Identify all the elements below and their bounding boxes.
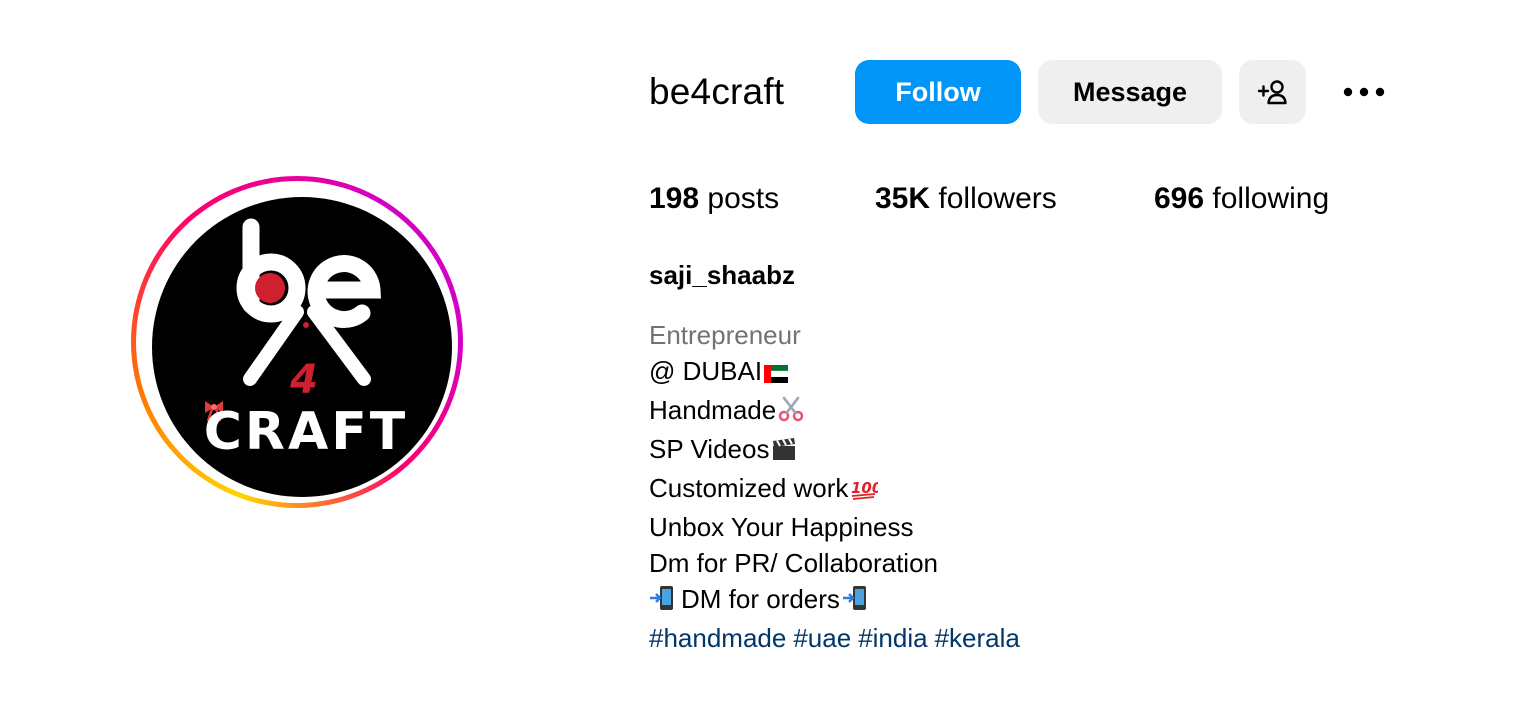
following-stat[interactable]: 696 following [1154,181,1329,217]
clapper-board-icon [771,434,797,470]
logo-number-4: 4 [289,357,318,403]
bio-line: Customized work 100 [649,470,1027,509]
mobile-phone-arrow-icon [842,584,868,620]
bio-line: SP Videos [649,431,1027,470]
bio-line-text: SP Videos [649,434,770,464]
more-options-button[interactable] [1340,76,1388,108]
bio-line: DM for orders [649,581,1027,620]
bio-hashtags: #handmade #uae #india #kerala [649,620,1027,656]
following-count: 696 [1154,182,1205,215]
message-button-label: Message [1072,76,1188,107]
avatar[interactable]: 4 CRAFT [152,197,452,497]
message-button[interactable]: Message [1038,60,1222,124]
story-ring[interactable]: 4 CRAFT [131,176,463,508]
story-ring-gap: 4 CRAFT [136,181,458,503]
bio-line-text: Handmade [649,395,777,425]
brand-logo: 4 CRAFT [204,218,408,462]
bio-line-text: Customized work [649,473,849,503]
bio-category: Entrepreneur [649,320,801,350]
bio-line: @ DUBAI [649,353,1027,392]
profile-username: be4craft [649,71,785,112]
followers-stat[interactable]: 35K followers [875,181,1057,217]
following-label: following [1212,182,1330,215]
profile-full-name: saji_shaabz [649,260,795,290]
profile-bio: Entrepreneur @ DUBAI Handmade SP Videos … [649,317,1027,656]
bio-line-text: DM for orders [681,584,840,614]
posts-count: 198 [649,182,700,215]
scissors-icon [778,395,804,431]
bio-line: Unbox Your Happiness [649,512,914,542]
ellipsis-icon [1343,87,1385,97]
logo-red-dot [255,273,285,303]
mobile-phone-arrow-icon [649,584,675,620]
suggested-users-button[interactable] [1239,60,1306,124]
logo-word-craft: CRAFT [204,402,408,462]
follow-button[interactable]: Follow [855,60,1021,124]
bio-line-text: @ DUBAI [649,356,763,386]
hashtag-link[interactable]: #handmade [649,623,786,653]
followers-count: 35K [875,182,931,215]
followers-label: followers [938,182,1057,215]
hashtag-link[interactable]: #india [858,623,927,653]
hundred-points-icon: 100 [850,473,883,509]
person-add-icon [1257,80,1287,105]
posts-label: posts [707,182,780,215]
logo-letter-e [307,255,381,328]
bio-line: Handmade [649,392,1027,431]
hashtag-link[interactable]: #kerala [935,623,1020,653]
bio-line: Dm for PR/ Collaboration [649,548,938,578]
uae-flag-icon [763,356,789,392]
follow-button-label: Follow [895,76,981,107]
posts-stat: 198 posts [649,181,779,217]
hashtag-link[interactable]: #uae [793,623,851,653]
